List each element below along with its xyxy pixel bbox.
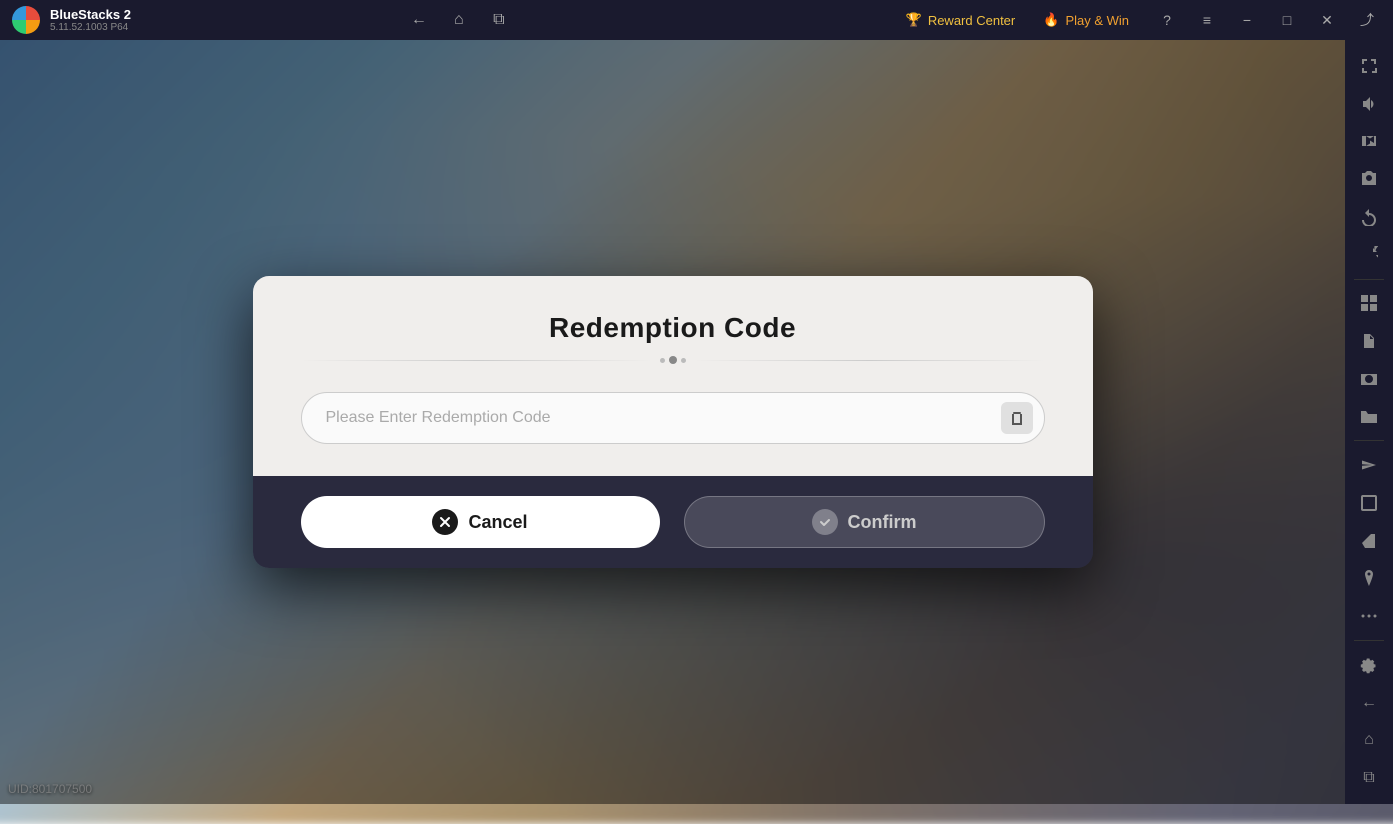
trophy-icon: 🏆 <box>906 12 922 28</box>
window-controls: ? ≡ − □ ✕ ⤴ <box>1141 4 1393 36</box>
confirm-icon-circle <box>812 509 838 535</box>
paste-button[interactable] <box>1001 402 1033 434</box>
modal-overlay: Redemption Code <box>0 40 1345 804</box>
reward-center-label: Reward Center <box>928 13 1015 28</box>
sidebar-divider-1 <box>1354 279 1384 280</box>
titlebar-actions: 🏆 Reward Center 🔥 Play & Win <box>894 8 1141 32</box>
divider-dot-1 <box>660 358 665 363</box>
copy-button[interactable]: ⧉ <box>487 8 511 32</box>
back-button[interactable]: ← <box>407 8 431 32</box>
modal-divider <box>301 356 1045 364</box>
cancel-icon-circle <box>432 509 458 535</box>
x-icon <box>439 516 451 528</box>
close-button[interactable]: ✕ <box>1309 4 1345 36</box>
code-input-wrapper <box>301 392 1045 444</box>
check-icon <box>819 516 831 528</box>
menu-button[interactable]: ≡ <box>1189 4 1225 36</box>
volume-icon[interactable] <box>1349 86 1389 122</box>
folder-icon[interactable] <box>1349 399 1389 435</box>
confirm-button[interactable]: Confirm <box>684 496 1045 548</box>
restore-button[interactable]: □ <box>1269 4 1305 36</box>
clipboard-sidebar-icon[interactable]: ⧉ <box>1349 760 1389 796</box>
play-win-button[interactable]: 🔥 Play & Win <box>1031 8 1141 32</box>
video-icon[interactable] <box>1349 124 1389 160</box>
divider-dots <box>660 356 686 364</box>
minimize-button[interactable]: − <box>1229 4 1265 36</box>
confirm-label: Confirm <box>848 512 917 533</box>
modal-title: Redemption Code <box>549 312 796 344</box>
divider-dot-2 <box>669 356 677 364</box>
pin-icon[interactable] <box>1349 561 1389 597</box>
app-version: 5.11.52.1003 P64 <box>50 22 131 33</box>
files-icon[interactable] <box>1349 323 1389 359</box>
expand-button[interactable]: ⤴ <box>1349 4 1385 36</box>
divider-line-right <box>694 360 1045 361</box>
plane-icon[interactable] <box>1349 447 1389 483</box>
clipboard-paste-icon <box>1009 410 1025 426</box>
cancel-button[interactable]: Cancel <box>301 496 660 548</box>
sidebar-divider-2 <box>1354 440 1384 441</box>
redemption-code-modal: Redemption Code <box>253 276 1093 568</box>
settings-icon[interactable] <box>1349 647 1389 683</box>
apps-icon[interactable] <box>1349 285 1389 321</box>
fire-icon: 🔥 <box>1043 12 1059 28</box>
sidebar-divider-3 <box>1354 640 1384 641</box>
home-button[interactable]: ⌂ <box>447 8 471 32</box>
eraser-icon[interactable] <box>1349 523 1389 559</box>
bluestacks-logo <box>12 6 40 34</box>
play-win-label: Play & Win <box>1065 13 1129 28</box>
resize-icon[interactable] <box>1349 485 1389 521</box>
home-sidebar-icon[interactable]: ⌂ <box>1349 722 1389 758</box>
back-sidebar-icon[interactable]: ← <box>1349 685 1389 721</box>
camera-icon[interactable] <box>1349 361 1389 397</box>
more-icon[interactable] <box>1349 598 1389 634</box>
right-sidebar: ← ⌂ ⧉ <box>1345 40 1393 804</box>
titlebar: BlueStacks 2 5.11.52.1003 P64 ← ⌂ ⧉ 🏆 Re… <box>0 0 1393 40</box>
refresh-icon[interactable] <box>1349 237 1389 273</box>
screenshot-icon[interactable] <box>1349 161 1389 197</box>
modal-footer: Cancel Confirm <box>253 476 1093 568</box>
divider-line-left <box>301 360 652 361</box>
divider-dot-3 <box>681 358 686 363</box>
help-button[interactable]: ? <box>1149 4 1185 36</box>
redemption-code-input[interactable] <box>301 392 1045 444</box>
reward-center-button[interactable]: 🏆 Reward Center <box>894 8 1028 32</box>
modal-body: Redemption Code <box>253 276 1093 476</box>
fullscreen-icon[interactable] <box>1349 48 1389 84</box>
cancel-label: Cancel <box>468 512 527 533</box>
nav-controls: ← ⌂ ⧉ <box>391 8 527 32</box>
app-name: BlueStacks 2 <box>50 7 131 22</box>
rotate-icon[interactable] <box>1349 199 1389 235</box>
